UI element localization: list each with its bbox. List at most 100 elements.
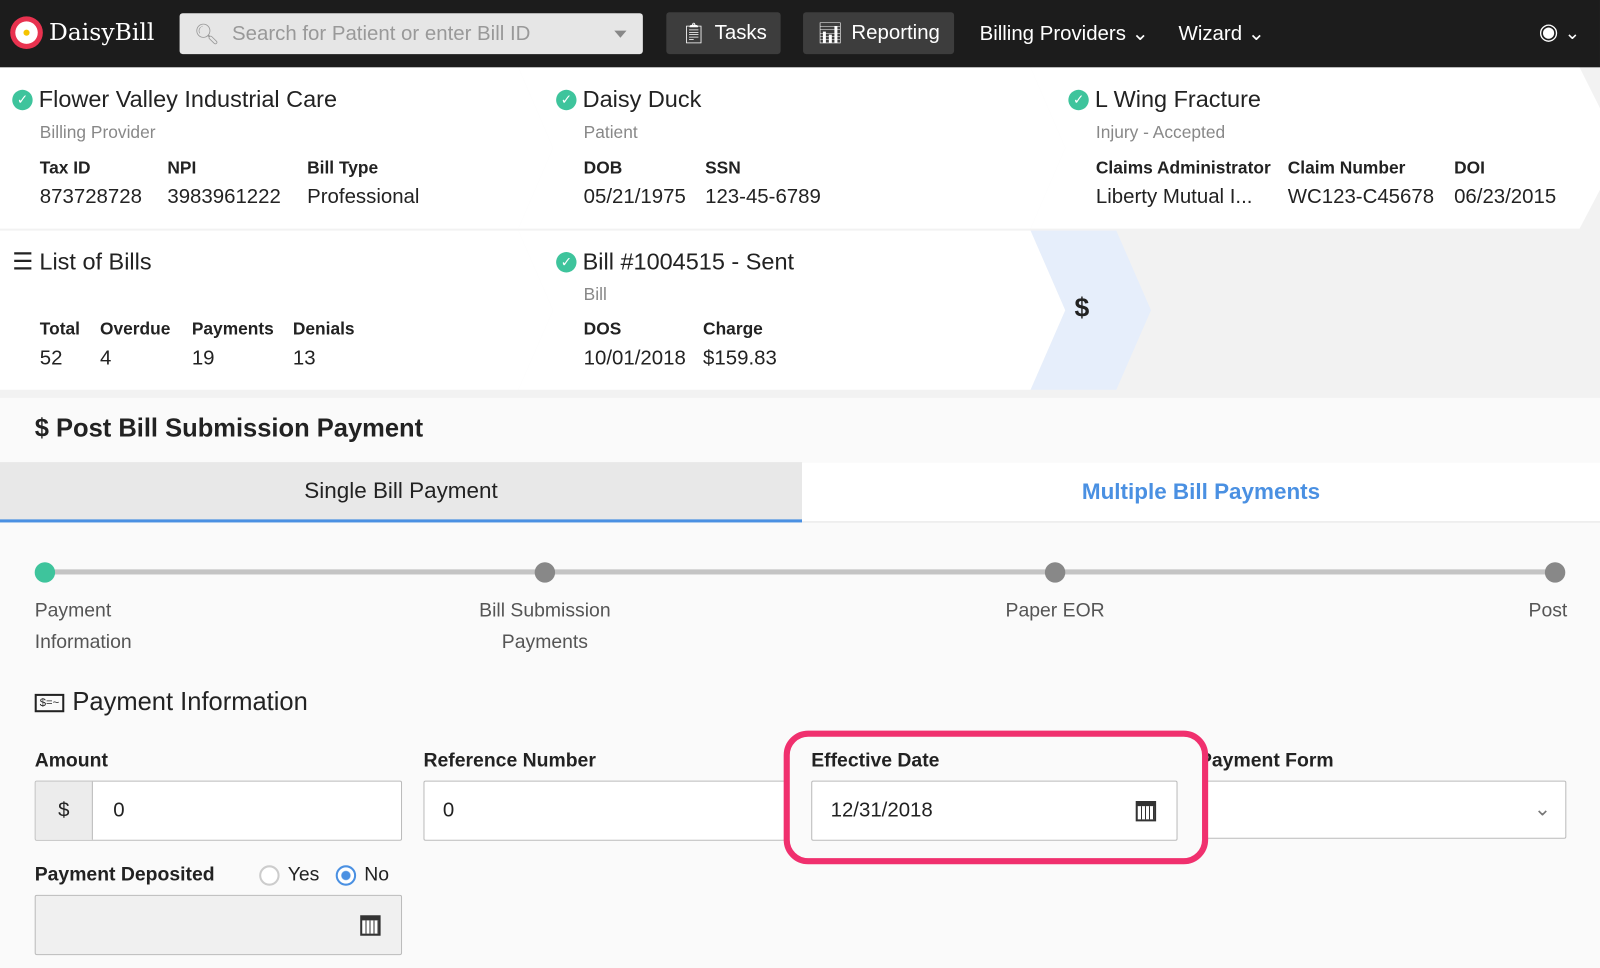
claims-admin-label: Claims Administrator bbox=[1095, 158, 1271, 178]
calendar-icon[interactable] bbox=[1135, 801, 1157, 822]
chevron-down-icon: ⌄ bbox=[1131, 22, 1149, 45]
bill-type-value: Professional bbox=[307, 185, 420, 209]
dropdown-caret-icon bbox=[614, 30, 627, 44]
reference-number-label: Reference Number bbox=[423, 749, 596, 772]
overdue-label: Overdue bbox=[99, 319, 171, 339]
payment-form-label: Payment Form bbox=[1198, 749, 1334, 772]
user-avatar-icon: ◉ bbox=[1538, 18, 1559, 44]
step-dot[interactable] bbox=[1544, 562, 1566, 583]
patient-name: Daisy Duck bbox=[582, 85, 702, 113]
effective-date-input[interactable]: 12/31/2018 bbox=[811, 780, 1178, 841]
bill-subtitle: Bill bbox=[583, 284, 607, 305]
ssn-label: SSN bbox=[705, 158, 741, 178]
doi-label: DOI bbox=[1454, 158, 1485, 178]
dob-value: 05/21/1975 bbox=[583, 185, 686, 209]
check-icon: ✓ bbox=[556, 89, 577, 110]
billing-providers-label: Billing Providers bbox=[979, 22, 1126, 45]
dos-value: 10/01/2018 bbox=[583, 346, 686, 370]
effective-date-label: Effective Date bbox=[811, 749, 940, 772]
injury-name: L Wing Fracture bbox=[1094, 85, 1261, 113]
chevron-down-icon: ⌄ bbox=[1533, 797, 1552, 821]
search-icon: 🔍︎ bbox=[193, 22, 220, 46]
section-title: Payment Information bbox=[72, 687, 308, 717]
tasks-label: Tasks bbox=[714, 21, 767, 44]
step-dot[interactable] bbox=[534, 562, 556, 583]
payment-info-heading: $=~ Payment Information bbox=[34, 687, 308, 718]
user-menu[interactable]: ◉ ⌄ bbox=[1539, 18, 1580, 45]
search-input[interactable]: 🔍︎ Search for Patient or enter Bill ID bbox=[179, 13, 643, 55]
npi-label: NPI bbox=[167, 158, 197, 178]
doi-value: 06/23/2015 bbox=[1454, 185, 1557, 209]
daisy-logo-icon bbox=[10, 16, 43, 49]
reference-number-value: 0 bbox=[442, 798, 455, 822]
step-label: Paper EOR bbox=[1005, 599, 1105, 622]
reporting-label: Reporting bbox=[851, 21, 940, 44]
payment-step-card[interactable]: $ bbox=[1074, 292, 1089, 324]
total-value: 52 bbox=[39, 346, 63, 370]
brand-name: DaisyBill bbox=[48, 19, 155, 46]
deposit-date-input[interactable] bbox=[34, 894, 403, 956]
check-payment-icon: $=~ bbox=[34, 693, 65, 712]
claims-admin-value: Liberty Mutual I... bbox=[1095, 185, 1253, 209]
bills-title: List of Bills bbox=[39, 247, 152, 275]
wizard-menu[interactable]: Wizard ⌄ bbox=[1179, 20, 1265, 46]
npi-value: 3983961222 bbox=[167, 185, 281, 209]
tax-id-label: Tax ID bbox=[39, 158, 91, 178]
clipboard-icon: 📋︎ bbox=[680, 22, 707, 45]
charge-value: $159.83 bbox=[703, 346, 777, 370]
payments-label: Payments bbox=[191, 319, 274, 339]
wizard-label: Wizard bbox=[1178, 22, 1243, 45]
calendar-icon[interactable] bbox=[360, 915, 381, 936]
payment-form-select[interactable]: ⌄ bbox=[1198, 780, 1567, 839]
dollar-icon: $ bbox=[1074, 291, 1090, 323]
radio-no-label: No bbox=[364, 864, 390, 886]
bar-chart-icon: 📊︎ bbox=[817, 22, 844, 45]
currency-prefix: $ bbox=[35, 781, 93, 840]
tab-label: Single Bill Payment bbox=[304, 477, 498, 504]
list-icon: ☰ bbox=[12, 247, 34, 275]
bill-title: Bill #1004515 - Sent bbox=[582, 247, 795, 275]
tax-id-value: 873728728 bbox=[39, 185, 142, 209]
dob-label: DOB bbox=[583, 158, 623, 178]
step-label: Payment Information bbox=[34, 599, 132, 654]
step-label: Bill Submission Payments bbox=[479, 599, 611, 654]
step-dot[interactable] bbox=[1044, 562, 1066, 583]
step-dot-active[interactable] bbox=[34, 562, 56, 583]
tab-multiple-bill-payments[interactable]: Multiple Bill Payments bbox=[802, 462, 1600, 523]
deposited-radio-group: Yes No bbox=[259, 864, 389, 886]
check-icon: ✓ bbox=[556, 251, 577, 272]
payment-deposited-label: Payment Deposited bbox=[34, 864, 215, 886]
ssn-value: 123-45-6789 bbox=[705, 185, 821, 209]
top-nav: DaisyBill 🔍︎ Search for Patient or enter … bbox=[0, 0, 1600, 68]
amount-value: 0 bbox=[113, 798, 125, 822]
amount-input[interactable]: $ 0 bbox=[34, 780, 403, 841]
tab-label: Multiple Bill Payments bbox=[1081, 478, 1321, 505]
payments-value: 19 bbox=[191, 346, 215, 370]
claim-number-value: WC123-C45678 bbox=[1287, 185, 1435, 209]
claim-number-label: Claim Number bbox=[1287, 158, 1406, 178]
chevron-down-icon: ⌄ bbox=[1564, 22, 1581, 43]
overdue-value: 4 bbox=[99, 346, 112, 370]
tasks-button[interactable]: 📋︎ Tasks bbox=[666, 12, 781, 55]
breadcrumb-cards-bg bbox=[0, 67, 1600, 398]
billing-providers-menu[interactable]: Billing Providers ⌄ bbox=[980, 20, 1149, 46]
dos-label: DOS bbox=[583, 319, 622, 339]
bill-type-label: Bill Type bbox=[307, 158, 379, 178]
step-label: Post bbox=[1528, 599, 1568, 622]
denials-value: 13 bbox=[292, 346, 316, 370]
radio-yes[interactable] bbox=[259, 865, 280, 886]
progress-track bbox=[44, 569, 1556, 575]
reporting-button[interactable]: 📊︎ Reporting bbox=[803, 12, 955, 55]
effective-date-value: 12/31/2018 bbox=[830, 798, 933, 822]
radio-no[interactable] bbox=[335, 865, 357, 886]
tab-single-bill-payment[interactable]: Single Bill Payment bbox=[0, 462, 803, 523]
search-placeholder: Search for Patient or enter Bill ID bbox=[232, 21, 531, 45]
total-label: Total bbox=[39, 319, 80, 339]
chevron-down-icon: ⌄ bbox=[1247, 22, 1265, 45]
brand-logo[interactable]: DaisyBill bbox=[10, 16, 154, 49]
reference-number-input[interactable]: 0 bbox=[423, 780, 812, 841]
radio-yes-label: Yes bbox=[287, 864, 320, 886]
charge-label: Charge bbox=[703, 319, 763, 339]
amount-label: Amount bbox=[34, 749, 108, 772]
check-icon: ✓ bbox=[1068, 89, 1089, 110]
